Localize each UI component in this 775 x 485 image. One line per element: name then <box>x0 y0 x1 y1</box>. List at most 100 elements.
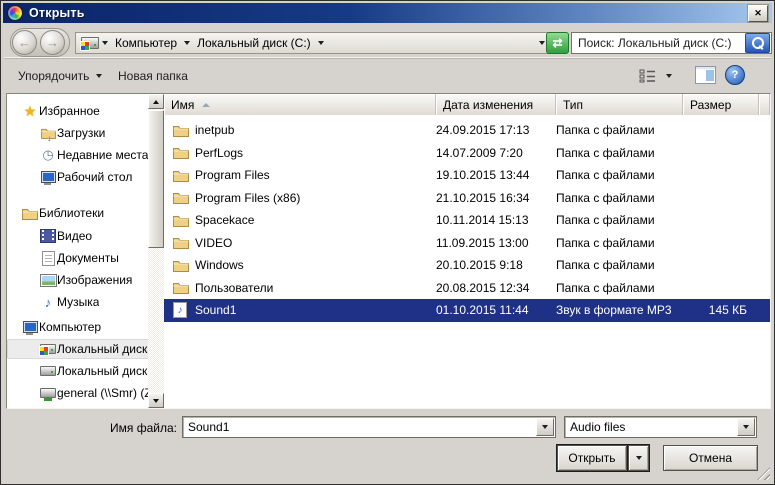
cancel-button[interactable]: Отмена <box>663 445 758 471</box>
title-bar: Открыть ✕ <box>3 3 772 23</box>
folder-icon <box>173 146 195 160</box>
file-name-dropdown-button[interactable] <box>536 418 554 436</box>
sidebar-item-desktop[interactable]: Рабочий стол <box>7 167 148 187</box>
file-list: Имя Дата изменения Тип Размер inetpub 24… <box>164 94 770 408</box>
toolbar: Упорядочить Новая папка ? <box>4 59 771 92</box>
file-name-input[interactable]: Sound1 <box>183 420 535 434</box>
sidebar-item-music[interactable]: ♪ Музыка <box>7 292 148 312</box>
column-header-size[interactable]: Размер <box>683 94 759 115</box>
search-button[interactable] <box>745 33 770 53</box>
sidebar-item-network-drive[interactable]: general (\\Smr) (Z: <box>7 383 148 403</box>
open-button[interactable]: Открыть <box>557 445 627 471</box>
network-drive-icon <box>39 388 57 401</box>
drive-c-icon <box>39 344 57 356</box>
sidebar-group-favorites[interactable]: ★ Избранное <box>7 101 148 121</box>
downloads-icon: ↓ <box>39 127 57 143</box>
breadcrumb[interactable]: Компьютер Локальный диск (C:) <box>75 32 554 54</box>
libraries-icon <box>21 207 39 220</box>
search-box[interactable]: Поиск: Локальный диск (C:) <box>571 32 772 54</box>
table-row[interactable]: Program Files 19.10.2015 13:44 Папка с ф… <box>164 164 770 187</box>
chevron-down-icon[interactable] <box>317 41 324 45</box>
column-header-name[interactable]: Имя <box>164 94 436 115</box>
table-row[interactable]: PerfLogs 14.07.2009 7:20 Папка с файлами <box>164 142 770 165</box>
views-button[interactable] <box>639 66 675 86</box>
navigation-sidebar: ★ Избранное ↓ Загрузки ◷ Недавние места … <box>7 94 148 408</box>
close-button[interactable]: ✕ <box>748 4 768 22</box>
file-type-combobox[interactable]: Audio files <box>564 416 757 438</box>
folder-icon <box>173 259 195 272</box>
back-button[interactable]: ← <box>12 30 37 55</box>
windows-flag-icon <box>80 41 90 51</box>
table-row[interactable]: Spacekace 10.11.2014 15:13 Папка с файла… <box>164 209 770 232</box>
open-dropdown-button[interactable] <box>628 445 649 471</box>
audio-file-icon: ♪ <box>173 302 195 319</box>
video-icon <box>39 229 57 243</box>
folder-icon <box>173 214 195 227</box>
star-icon: ★ <box>23 102 37 119</box>
preview-pane-button[interactable] <box>695 66 716 84</box>
table-row[interactable]: VIDEO 11.09.2015 13:00 Папка с файлами <box>164 232 770 255</box>
list-header: Имя Дата изменения Тип Размер <box>164 94 770 115</box>
address-dropdown-icon[interactable] <box>539 41 545 45</box>
organize-button[interactable]: Упорядочить <box>12 66 111 86</box>
table-row[interactable]: inetpub 24.09.2015 17:13 Папка с файлами <box>164 119 770 142</box>
file-name-combobox[interactable]: Sound1 <box>182 416 556 438</box>
table-row[interactable]: Пользователи 20.08.2015 12:34 Папка с фа… <box>164 277 770 300</box>
sidebar-item-recent-places[interactable]: ◷ Недавние места <box>7 145 148 165</box>
pictures-icon <box>39 273 57 287</box>
sort-ascending-icon <box>202 102 211 107</box>
triangle-down-icon <box>542 425 548 429</box>
triangle-up-icon <box>153 99 159 104</box>
file-type-value[interactable]: Audio files <box>565 420 736 434</box>
back-icon: ← <box>18 35 31 50</box>
drive-icon <box>39 366 57 376</box>
list-rows: inetpub 24.09.2015 17:13 Папка с файлами… <box>164 115 770 408</box>
new-folder-button[interactable]: Новая папка <box>112 66 194 86</box>
forward-button[interactable]: → <box>40 30 65 55</box>
desktop-icon <box>39 171 57 185</box>
breadcrumb-item-computer[interactable]: Компьютер <box>115 36 177 50</box>
window-title: Открыть <box>29 6 85 20</box>
sidebar-item-video[interactable]: Видео <box>7 226 148 246</box>
table-row[interactable]: Program Files (x86) 21.10.2015 16:34 Пап… <box>164 187 770 210</box>
sidebar-item-pictures[interactable]: Изображения <box>7 270 148 290</box>
help-button[interactable]: ? <box>725 65 745 85</box>
sidebar-item-local-disk-d[interactable]: Локальный диск ( <box>7 361 148 381</box>
forward-icon: → <box>46 35 59 50</box>
table-row-selected[interactable]: ♪ Sound1 01.10.2015 11:44 Звук в формате … <box>164 299 770 322</box>
sidebar-item-local-disk-c[interactable]: Локальный диск ( <box>7 339 148 359</box>
refresh-button[interactable]: ⇄ <box>546 32 569 54</box>
scroll-up-button[interactable] <box>148 94 164 109</box>
computer-icon <box>21 321 39 335</box>
drive-icon <box>80 37 99 51</box>
column-header-type[interactable]: Тип <box>556 94 683 115</box>
folder-icon <box>173 169 195 182</box>
address-row: ← → Компьютер Локальный диск (C:) ⇄ Поис… <box>4 25 772 59</box>
music-icon: ♪ <box>44 294 52 310</box>
table-row[interactable]: Windows 20.10.2015 9:18 Папка с файлами <box>164 254 770 277</box>
resize-grip[interactable] <box>757 467 770 480</box>
folder-icon <box>173 124 195 137</box>
scrollbar-thumb[interactable] <box>148 110 164 248</box>
organize-label: Упорядочить <box>18 69 90 83</box>
breadcrumb-item-local-disk[interactable]: Локальный диск (C:) <box>197 36 311 50</box>
navigation-buttons: ← → <box>10 28 70 57</box>
chevron-down-icon[interactable] <box>102 41 108 45</box>
scroll-down-button[interactable] <box>148 393 164 408</box>
chevron-down-icon <box>96 74 103 78</box>
app-icon <box>7 5 23 21</box>
folder-icon <box>173 191 195 205</box>
triangle-down-icon <box>743 425 749 429</box>
column-header-date[interactable]: Дата изменения <box>436 94 556 115</box>
sidebar-group-libraries[interactable]: Библиотеки <box>7 203 148 223</box>
sidebar-item-documents[interactable]: Документы <box>7 248 148 268</box>
file-type-dropdown-button[interactable] <box>737 418 755 436</box>
views-icon <box>639 69 655 83</box>
chevron-down-icon[interactable] <box>184 41 191 45</box>
sidebar-group-computer[interactable]: Компьютер <box>7 317 148 337</box>
main-panel: ★ Избранное ↓ Загрузки ◷ Недавние места … <box>6 93 771 409</box>
sidebar-scrollbar[interactable] <box>148 94 164 408</box>
search-input[interactable]: Поиск: Локальный диск (C:) <box>572 36 745 50</box>
sidebar-item-downloads[interactable]: ↓ Загрузки <box>7 123 148 143</box>
column-header-spare[interactable] <box>759 94 770 115</box>
